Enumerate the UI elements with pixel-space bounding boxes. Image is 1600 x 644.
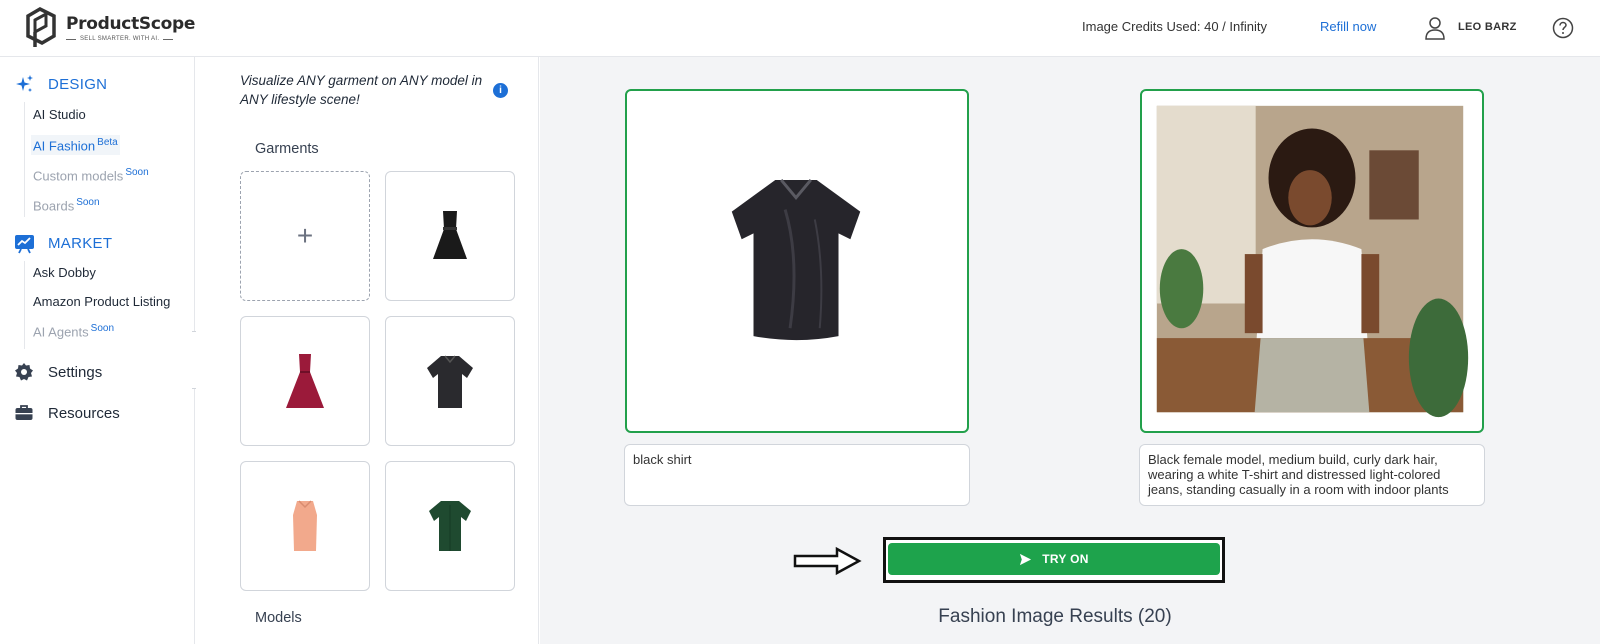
peach-top-image <box>293 500 317 551</box>
try-on-button[interactable]: TRY ON <box>888 543 1220 575</box>
sidebar-item-custom-models[interactable]: Custom models Soon <box>33 167 149 183</box>
refill-now-link[interactable]: Refill now <box>1320 19 1376 34</box>
main-workspace: black shirt Black female model, medium b… <box>540 57 1600 644</box>
selected-garment-frame[interactable] <box>625 89 969 433</box>
sidebar-item-ai-agents[interactable]: AI Agents Soon <box>33 323 114 339</box>
settings-label: Settings <box>48 363 103 381</box>
results-heading: Fashion Image Results (20) <box>938 606 1172 627</box>
help-icon[interactable] <box>1552 17 1574 39</box>
info-icon[interactable]: i <box>493 83 508 98</box>
beta-badge: Beta <box>97 137 118 148</box>
plus-icon: + <box>296 220 314 251</box>
user-name[interactable]: LEO BARZ <box>1458 21 1517 33</box>
chart-board-icon <box>15 235 34 254</box>
garment-tile-black-dress[interactable] <box>385 171 515 301</box>
garment-tile-green-shirt[interactable] <box>385 461 515 591</box>
add-garment-button[interactable]: + <box>240 171 370 301</box>
garment-tile-black-satin-shirt[interactable] <box>385 316 515 446</box>
sidebar-section-market[interactable]: MARKET <box>14 233 112 254</box>
panel-scrollbar[interactable] <box>538 57 539 152</box>
arrow-right-icon <box>793 546 862 576</box>
garments-heading: Garments <box>255 141 319 157</box>
brand-name: ProductScope <box>66 14 196 34</box>
brand-tagline: SELL SMARTER. WITH AI. <box>80 36 160 42</box>
sidebar-item-ai-studio[interactable]: AI Studio <box>33 107 86 122</box>
gear-icon <box>15 363 33 381</box>
selected-garment-image <box>731 179 861 341</box>
green-shirt-image <box>429 501 471 551</box>
soon-badge: Soon <box>90 323 115 334</box>
sidebar-section-design-label: DESIGN <box>48 76 108 93</box>
sidebar-item-amazon-product-listing[interactable]: Amazon Product Listing <box>33 294 170 309</box>
productscope-logo-icon <box>26 7 56 47</box>
selected-model-photo <box>1156 105 1469 418</box>
sidebar-item-ai-fashion[interactable]: AI Fashion Beta <box>31 135 120 156</box>
sidebar: DESIGN AI Studio AI Fashion Beta Custom m… <box>0 57 195 644</box>
model-description-field[interactable]: Black female model, medium build, curly … <box>1139 444 1485 506</box>
models-heading: Models <box>255 610 302 626</box>
briefcase-icon <box>15 405 33 420</box>
garment-panel: Visualize ANY garment on ANY model in AN… <box>196 57 539 644</box>
black-satin-shirt-image <box>427 355 473 408</box>
intro-text: Visualize ANY garment on ANY model in AN… <box>240 73 483 107</box>
sidebar-section-design[interactable]: DESIGN <box>14 74 107 95</box>
sidebar-item-resources[interactable]: Resources <box>14 403 120 423</box>
divider <box>24 102 25 217</box>
selected-model-frame[interactable] <box>1140 89 1484 433</box>
try-on-label: TRY ON <box>1042 552 1089 566</box>
sidebar-section-market-label: MARKET <box>48 235 113 252</box>
credits-used-text: Image Credits Used: 40 / Infinity <box>1082 19 1267 34</box>
garment-tile-red-gown[interactable] <box>240 316 370 446</box>
sidebar-item-settings[interactable]: Settings <box>14 362 102 382</box>
red-gown-image <box>286 354 324 408</box>
resources-label: Resources <box>48 404 120 422</box>
black-dress-image <box>433 211 467 259</box>
user-icon[interactable] <box>1424 16 1446 40</box>
soon-badge: Soon <box>76 197 100 208</box>
garment-description-field[interactable]: black shirt <box>624 444 970 506</box>
sidebar-item-boards[interactable]: Boards Soon <box>33 197 100 213</box>
logo[interactable]: ProductScope SELL SMARTER. WITH AI. <box>20 6 195 50</box>
garment-tile-peach-top[interactable] <box>240 461 370 591</box>
divider <box>24 261 25 349</box>
sparkles-icon <box>16 75 33 92</box>
send-icon <box>1020 553 1032 565</box>
top-header: ProductScope SELL SMARTER. WITH AI. Imag… <box>0 0 1600 57</box>
sidebar-item-ask-dobby[interactable]: Ask Dobby <box>33 265 96 280</box>
soon-badge: Soon <box>125 167 149 178</box>
